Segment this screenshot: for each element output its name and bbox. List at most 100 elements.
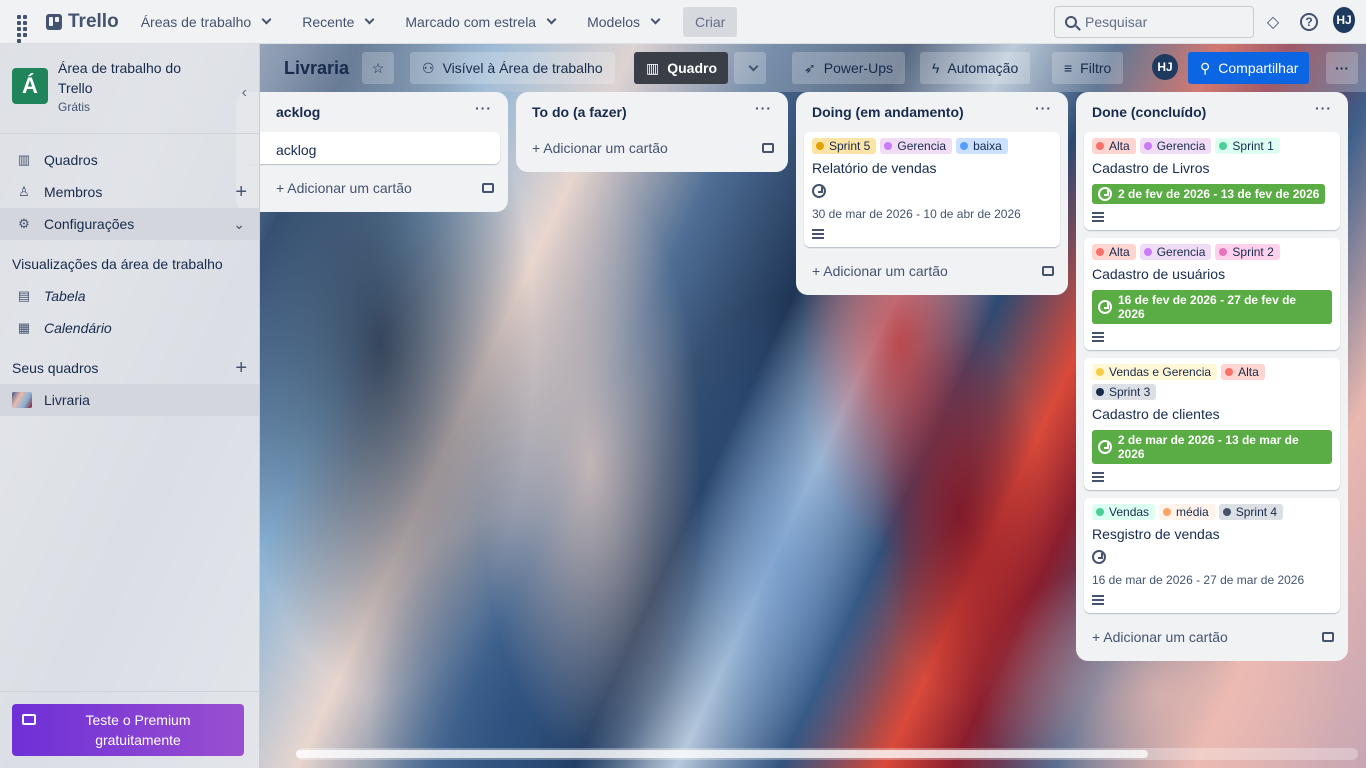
- scrollbar-thumb[interactable]: [296, 750, 1148, 758]
- label-priority[interactable]: Alta: [1092, 244, 1136, 260]
- label-priority[interactable]: baixa: [956, 138, 1008, 154]
- description-icon: [1092, 595, 1104, 605]
- list-menu-icon[interactable]: ···: [1315, 100, 1332, 116]
- collapse-sidebar-icon[interactable]: ‹: [242, 84, 247, 102]
- share-button[interactable]: ⚲ Compartilhar: [1188, 52, 1309, 84]
- chevron-down-icon: [650, 14, 661, 25]
- sidebar-item-settings[interactable]: ⚙ Configurações ⌄: [0, 208, 259, 240]
- list-title[interactable]: Done (concluído) ···: [1084, 92, 1340, 132]
- list-title[interactable]: To do (a fazer) ···: [524, 92, 780, 132]
- star-board-button[interactable]: ☆: [362, 52, 394, 84]
- sidebar-item-members[interactable]: ♙ Membros +: [0, 176, 259, 208]
- description-icon: [812, 229, 824, 239]
- list-menu-icon[interactable]: ···: [475, 100, 492, 116]
- visibility-button[interactable]: ⚇ Visível à Área de trabalho: [410, 52, 615, 84]
- top-bar: Trello Áreas de trabalho Recente Marcado…: [0, 0, 1366, 44]
- help-button[interactable]: ?: [1298, 11, 1320, 33]
- card-dates[interactable]: 16 de mar de 2026 - 27 de mar de 2026: [1092, 573, 1332, 587]
- label-vendas[interactable]: Vendas: [1092, 504, 1156, 520]
- premium-trial-button[interactable]: Teste o Premium gratuitamente: [12, 704, 244, 756]
- clock-icon: [1098, 440, 1112, 454]
- sidebar-board-livraria[interactable]: Livraria: [0, 384, 259, 416]
- workspace-name[interactable]: Área de trabalho do Trello: [58, 58, 198, 98]
- label-sprint[interactable]: Sprint 2: [1215, 244, 1280, 260]
- add-person-icon: ⚲: [1200, 59, 1211, 76]
- label-priority[interactable]: Alta: [1221, 364, 1265, 380]
- card-template-icon[interactable]: [482, 183, 494, 193]
- card-template-icon[interactable]: [1322, 632, 1334, 642]
- card[interactable]: acklog: [244, 132, 500, 164]
- add-card-button[interactable]: + Adicionar um cartão: [244, 172, 500, 204]
- label-gerencia[interactable]: Gerencia: [880, 138, 953, 154]
- card-template-icon[interactable]: [762, 143, 774, 153]
- list-menu-icon[interactable]: ···: [755, 100, 772, 116]
- nav-workspaces[interactable]: Áreas de trabalho: [131, 8, 281, 36]
- views-heading: Visualizações da área de trabalho: [12, 256, 223, 272]
- person-icon: ♙: [18, 184, 30, 199]
- card-template-icon[interactable]: [1042, 266, 1054, 276]
- card[interactable]: Vendas média Sprint 4 Resgistro de venda…: [1084, 498, 1340, 613]
- list-menu-icon[interactable]: ···: [1035, 100, 1052, 116]
- trello-logo-icon: [46, 13, 62, 30]
- board-view-icon: ▥: [646, 59, 660, 76]
- sidebar-item-table[interactable]: ▤ Tabela: [0, 280, 259, 312]
- filter-icon: ≡: [1064, 60, 1073, 76]
- description-icon: [1092, 472, 1104, 482]
- add-card-button[interactable]: + Adicionar um cartão: [804, 255, 1060, 287]
- label-sprint[interactable]: Sprint 4: [1218, 504, 1284, 520]
- rocket-icon: ➶: [804, 59, 816, 76]
- add-member-icon[interactable]: +: [235, 181, 247, 204]
- sidebar: Á Área de trabalho do Trello Grátis ‹ ▥ Q…: [0, 44, 260, 768]
- view-board-button[interactable]: ▥ Quadro: [634, 52, 728, 84]
- card-dates[interactable]: 30 de mar de 2026 - 10 de abr de 2026: [812, 207, 1052, 221]
- card-dates-badge[interactable]: 16 de fev de 2026 - 27 de fev de 2026: [1092, 290, 1332, 324]
- notifications-icon[interactable]: ◇: [1262, 11, 1284, 33]
- nav-recent[interactable]: Recente: [292, 8, 383, 36]
- label-sprint[interactable]: Sprint 3: [1092, 384, 1157, 400]
- add-board-icon[interactable]: +: [235, 357, 247, 380]
- board-menu-button[interactable]: ···: [1326, 52, 1358, 84]
- create-button[interactable]: Criar: [683, 6, 738, 37]
- card-title: Cadastro de usuários: [1092, 266, 1226, 282]
- card-dates-badge[interactable]: 2 de mar de 2026 - 13 de mar de 2026: [1092, 430, 1332, 464]
- add-card-button[interactable]: + Adicionar um cartão: [524, 132, 780, 164]
- automation-button[interactable]: ϟ Automação: [920, 52, 1031, 84]
- card-title: Resgistro de vendas: [1092, 526, 1220, 542]
- account-avatar[interactable]: HJ: [1333, 7, 1355, 33]
- view-switcher-button[interactable]: [734, 52, 766, 84]
- horizontal-scrollbar[interactable]: [296, 748, 1358, 760]
- chevron-down-icon: ⌄: [233, 215, 245, 232]
- workspace-header: Á Área de trabalho do Trello Grátis ‹: [0, 44, 259, 134]
- card[interactable]: Alta Gerencia Sprint 2 Cadastro de usuár…: [1084, 238, 1340, 350]
- add-card-button[interactable]: + Adicionar um cartão: [1084, 621, 1340, 653]
- label-gerencia[interactable]: Gerencia: [1139, 244, 1212, 260]
- powerups-button[interactable]: ➶ Power-Ups: [792, 52, 905, 84]
- card[interactable]: Alta Gerencia Sprint 1 Cadastro de Livro…: [1084, 132, 1340, 230]
- workspace-badge: Á: [12, 68, 48, 104]
- board-member-avatar[interactable]: HJ: [1152, 54, 1178, 80]
- search-input[interactable]: Pesquisar: [1054, 6, 1254, 38]
- search-icon: [1065, 16, 1077, 28]
- board-title[interactable]: Livraria: [284, 58, 349, 79]
- nav-starred[interactable]: Marcado com estrela: [395, 8, 565, 36]
- label-gerencia[interactable]: Gerencia: [1139, 138, 1212, 154]
- label-priority[interactable]: média: [1159, 504, 1215, 520]
- card-labels: Alta Gerencia Sprint 1: [1092, 138, 1332, 154]
- people-icon: ⚇: [422, 59, 435, 76]
- sidebar-divider: [0, 691, 260, 692]
- label-sprint[interactable]: Sprint 1: [1215, 138, 1280, 154]
- card[interactable]: Vendas e Gerencia Alta Sprint 3 Cadastro…: [1084, 358, 1340, 490]
- card-dates-badge[interactable]: 2 de fev de 2026 - 13 de fev de 2026: [1092, 184, 1326, 204]
- list-title[interactable]: acklog ···: [244, 92, 500, 132]
- filter-button[interactable]: ≡ Filtro: [1052, 52, 1124, 84]
- sidebar-item-boards[interactable]: ▥ Quadros: [0, 144, 259, 176]
- app-switcher-icon[interactable]: [12, 10, 36, 43]
- label-vendas-gerencia[interactable]: Vendas e Gerencia: [1092, 364, 1218, 380]
- label-sprint[interactable]: Sprint 5: [812, 138, 877, 154]
- card[interactable]: Sprint 5 Gerencia baixa Relatório de ven…: [804, 132, 1060, 247]
- nav-templates[interactable]: Modelos: [577, 8, 669, 36]
- label-priority[interactable]: Alta: [1092, 138, 1136, 154]
- trello-logo[interactable]: Trello: [46, 11, 119, 33]
- list-title[interactable]: Doing (em andamento) ···: [804, 92, 1060, 132]
- sidebar-item-calendar[interactable]: ▦ Calendário: [0, 312, 259, 344]
